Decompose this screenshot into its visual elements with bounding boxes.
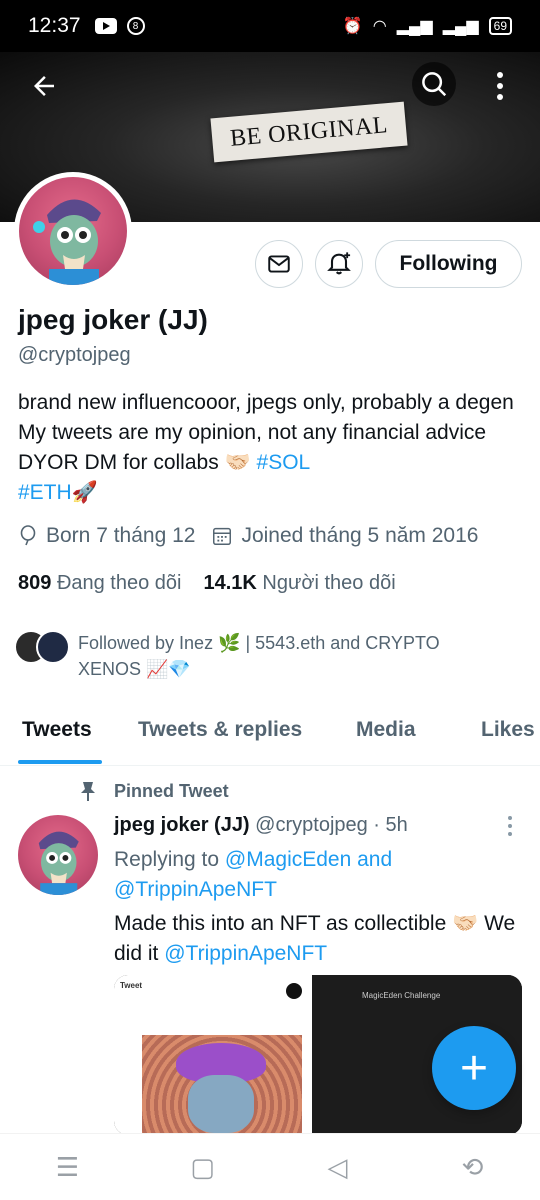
followed-by[interactable]: Followed by Inez 🌿 | 5543.eth and CRYPTO… <box>14 630 498 682</box>
recent-apps-icon[interactable]: ☰ <box>38 1152 98 1183</box>
replying-to: Replying to @MagicEden and @TrippinApeNF… <box>114 848 393 901</box>
rocket-emoji: 🚀 <box>71 481 98 504</box>
profile-meta: Born 7 tháng 12 Joined tháng 5 năm 2016 <box>18 524 478 548</box>
tweet-more-icon[interactable] <box>504 816 516 836</box>
following-count-link[interactable]: 809 Đang theo dõi <box>18 572 181 595</box>
hashtag-sol[interactable]: #SOL <box>257 451 311 474</box>
compose-tweet-button[interactable]: + <box>432 1026 516 1110</box>
profile-name: jpeg joker (JJ) <box>18 304 208 335</box>
pinned-label: Pinned Tweet <box>78 780 229 802</box>
profile-bio: brand new influencooor, jpegs only, prob… <box>18 388 518 508</box>
bell-plus-icon <box>327 252 351 275</box>
tab-likes[interactable]: Likes <box>481 718 535 742</box>
tweet-text: Made this into an NFT as collectible 🤝🏻 … <box>114 912 516 965</box>
tweet-author-name[interactable]: jpeg joker (JJ) <box>114 814 250 836</box>
back-icon[interactable]: ◁ <box>308 1152 368 1183</box>
notification-icon: 8 <box>126 17 145 35</box>
youtube-icon <box>94 18 117 34</box>
battery-icon: 69 <box>488 17 512 35</box>
more-options-button[interactable] <box>484 66 516 106</box>
profile-handle: @cryptojpeg <box>18 344 131 366</box>
search-button[interactable] <box>412 62 456 106</box>
tweet-avatar[interactable] <box>18 815 98 895</box>
mail-icon <box>268 255 290 273</box>
tab-tweets-replies[interactable]: Tweets & replies <box>138 718 302 742</box>
tweet-mention[interactable]: @TrippinApeNFT <box>164 942 327 965</box>
alarm-icon: ⏰ <box>342 18 363 35</box>
notify-button[interactable] <box>315 240 363 288</box>
profile-tabs: Tweets Tweets & replies Media Likes <box>0 700 540 766</box>
joined-text: Joined tháng 5 năm 2016 <box>241 524 479 547</box>
birthday-text: Born 7 tháng 12 <box>46 524 196 547</box>
home-icon[interactable]: ▢ <box>173 1152 233 1183</box>
rotate-icon[interactable]: ⟲ <box>443 1152 503 1183</box>
followed-by-text: Followed by Inez 🌿 | 5543.eth and CRYPTO… <box>78 633 440 679</box>
pin-icon <box>81 782 95 801</box>
banner-text: BE ORIGINAL <box>210 101 408 163</box>
signal-icon: ▂▄▆ <box>396 18 433 35</box>
balloon-icon <box>20 525 36 546</box>
tab-tweets[interactable]: Tweets <box>22 718 92 742</box>
followers-count-link[interactable]: 14.1K Người theo dõi <box>203 572 395 595</box>
follow-counts: 809 Đang theo dõi 14.1K Người theo dõi <box>18 572 396 595</box>
message-button[interactable] <box>255 240 303 288</box>
media-image-left: Tweet <box>114 975 312 1135</box>
system-nav-bar: ☰ ▢ ◁ ⟲ <box>0 1133 540 1200</box>
tweet-header: jpeg joker (JJ) @cryptojpeg · 5h <box>114 814 408 837</box>
status-bar: 12:37 8 ⏰ ◠ ▂▄▆ ▂▄▆ 69 <box>0 0 540 52</box>
tab-media[interactable]: Media <box>356 718 416 742</box>
status-time: 12:37 <box>28 14 81 37</box>
profile-avatar[interactable] <box>14 172 132 290</box>
search-icon <box>422 72 447 97</box>
following-button[interactable]: Following <box>375 240 522 288</box>
wifi-icon: ◠ <box>372 18 387 35</box>
follower-avatar <box>36 630 70 664</box>
back-arrow-icon[interactable] <box>24 66 64 106</box>
tab-indicator <box>18 760 102 764</box>
tweet-handle-time: @cryptojpeg · 5h <box>255 814 408 836</box>
calendar-icon <box>213 527 232 545</box>
hashtag-eth[interactable]: #ETH <box>18 481 72 504</box>
signal-icon-2: ▂▄▆ <box>442 18 479 35</box>
